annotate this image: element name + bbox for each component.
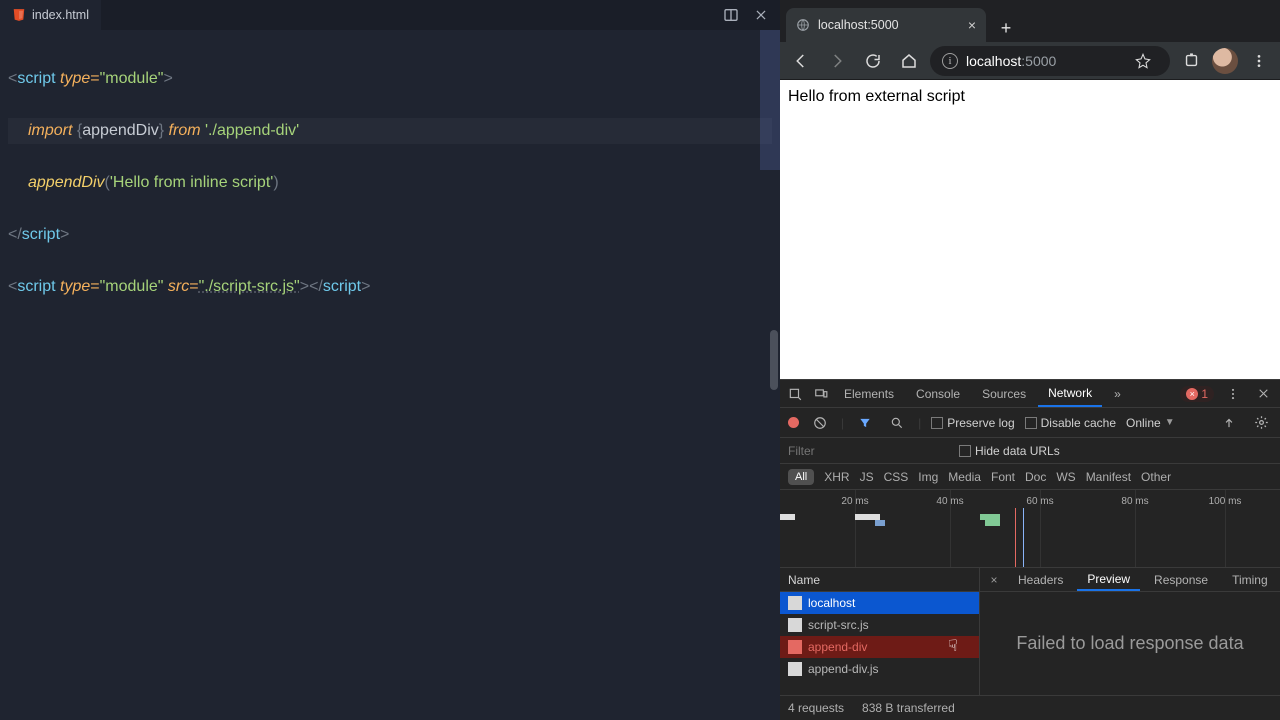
network-timeline[interactable]: 20 ms 40 ms 60 ms 80 ms 100 ms bbox=[780, 490, 1280, 568]
search-icon[interactable] bbox=[886, 412, 908, 434]
transfer-size: 838 B transferred bbox=[862, 701, 955, 715]
device-toolbar-icon[interactable] bbox=[810, 383, 832, 405]
editor-tab-label: index.html bbox=[32, 8, 89, 22]
network-statusbar: 4 requests 838 B transferred bbox=[780, 696, 1280, 720]
tab-sources[interactable]: Sources bbox=[972, 380, 1036, 407]
detail-body: Failed to load response data bbox=[980, 592, 1280, 695]
back-button[interactable] bbox=[786, 46, 816, 76]
hide-data-urls-checkbox[interactable]: Hide data URLs bbox=[959, 444, 1060, 458]
filter-icon[interactable] bbox=[854, 412, 876, 434]
devtools-close-icon[interactable] bbox=[1252, 383, 1274, 405]
upload-har-icon[interactable] bbox=[1218, 412, 1240, 434]
throttling-select[interactable]: Online ▼ bbox=[1126, 416, 1175, 430]
tab-network[interactable]: Network bbox=[1038, 380, 1102, 407]
file-icon bbox=[788, 618, 802, 632]
editor-tab-index-html[interactable]: index.html bbox=[0, 0, 101, 30]
detail-tab-headers[interactable]: Headers bbox=[1008, 568, 1073, 591]
type-doc[interactable]: Doc bbox=[1025, 470, 1046, 484]
detail-pane: × Headers Preview Response Timing Failed… bbox=[980, 568, 1280, 695]
tab-console[interactable]: Console bbox=[906, 380, 970, 407]
file-icon bbox=[788, 596, 802, 610]
home-button[interactable] bbox=[894, 46, 924, 76]
close-editor-icon[interactable] bbox=[750, 4, 772, 26]
filter-input[interactable] bbox=[788, 444, 943, 458]
request-row-script-src[interactable]: script-src.js bbox=[780, 614, 979, 636]
error-badge[interactable]: ×1 bbox=[1180, 386, 1214, 402]
code-area[interactable]: <script type="module"> import {appendDiv… bbox=[0, 30, 780, 720]
devtools-settings-icon[interactable] bbox=[1222, 383, 1244, 405]
preserve-log-checkbox[interactable]: Preserve log bbox=[931, 416, 1014, 430]
file-icon bbox=[788, 662, 802, 676]
extensions-icon[interactable] bbox=[1176, 46, 1206, 76]
url-port: :5000 bbox=[1021, 53, 1056, 69]
devtools: Elements Console Sources Network » ×1 | … bbox=[780, 379, 1280, 720]
type-other[interactable]: Other bbox=[1141, 470, 1171, 484]
globe-icon bbox=[796, 18, 810, 32]
close-tab-icon[interactable]: × bbox=[968, 17, 976, 33]
type-media[interactable]: Media bbox=[948, 470, 981, 484]
request-count: 4 requests bbox=[788, 701, 844, 715]
tab-elements[interactable]: Elements bbox=[834, 380, 904, 407]
type-img[interactable]: Img bbox=[918, 470, 938, 484]
clear-button[interactable] bbox=[809, 412, 831, 434]
page-text: Hello from external script bbox=[788, 88, 1272, 106]
detail-tab-response[interactable]: Response bbox=[1144, 568, 1218, 591]
editor-scrollbar[interactable] bbox=[770, 30, 780, 720]
url-host: localhost bbox=[966, 53, 1021, 69]
network-toolbar: | | Preserve log Disable cache Online ▼ bbox=[780, 408, 1280, 438]
detail-tab-preview[interactable]: Preview bbox=[1077, 568, 1140, 591]
url-bar[interactable]: i localhost:5000 bbox=[930, 46, 1170, 76]
type-js[interactable]: JS bbox=[860, 470, 874, 484]
disable-cache-checkbox[interactable]: Disable cache bbox=[1025, 416, 1116, 430]
profile-avatar[interactable] bbox=[1212, 48, 1238, 74]
close-detail-icon[interactable]: × bbox=[984, 573, 1004, 587]
type-all[interactable]: All bbox=[788, 469, 814, 485]
request-row-append-div[interactable]: append-div bbox=[780, 636, 979, 658]
type-ws[interactable]: WS bbox=[1056, 470, 1075, 484]
site-info-icon[interactable]: i bbox=[942, 53, 958, 69]
type-css[interactable]: CSS bbox=[884, 470, 909, 484]
network-settings-icon[interactable] bbox=[1250, 412, 1272, 434]
type-font[interactable]: Font bbox=[991, 470, 1015, 484]
record-button[interactable] bbox=[788, 417, 799, 428]
forward-button[interactable] bbox=[822, 46, 852, 76]
file-icon bbox=[788, 640, 802, 654]
tab-more[interactable]: » bbox=[1104, 380, 1131, 407]
page-viewport: Hello from external script bbox=[780, 80, 1280, 379]
chrome-tabstrip: localhost:5000 × + bbox=[780, 0, 1280, 42]
split-editor-icon[interactable] bbox=[720, 4, 742, 26]
request-name-header[interactable]: Name bbox=[780, 568, 979, 592]
request-type-row: All XHR JS CSS Img Media Font Doc WS Man… bbox=[780, 464, 1280, 490]
network-filter-row: Hide data URLs bbox=[780, 438, 1280, 464]
bookmark-icon[interactable] bbox=[1128, 46, 1158, 76]
editor-pane: index.html <script type="module"> import… bbox=[0, 0, 780, 720]
devtools-tabrow: Elements Console Sources Network » ×1 bbox=[780, 380, 1280, 408]
chrome-toolbar: i localhost:5000 bbox=[780, 42, 1280, 80]
editor-tabbar: index.html bbox=[0, 0, 780, 30]
inspect-element-icon[interactable] bbox=[784, 383, 806, 405]
detail-tab-timing[interactable]: Timing bbox=[1222, 568, 1278, 591]
browser-pane: localhost:5000 × + i localhost:5000 Hell… bbox=[780, 0, 1280, 720]
request-list: Name localhost script-src.js append-div … bbox=[780, 568, 980, 695]
new-tab-button[interactable]: + bbox=[992, 14, 1020, 42]
chrome-menu-icon[interactable] bbox=[1244, 46, 1274, 76]
chrome-tab-localhost[interactable]: localhost:5000 × bbox=[786, 8, 986, 42]
html-file-icon bbox=[12, 8, 26, 22]
reload-button[interactable] bbox=[858, 46, 888, 76]
type-manifest[interactable]: Manifest bbox=[1086, 470, 1131, 484]
chrome-tab-title: localhost:5000 bbox=[818, 18, 899, 32]
request-row-append-div-js[interactable]: append-div.js bbox=[780, 658, 979, 680]
request-row-localhost[interactable]: localhost bbox=[780, 592, 979, 614]
type-xhr[interactable]: XHR bbox=[824, 470, 849, 484]
